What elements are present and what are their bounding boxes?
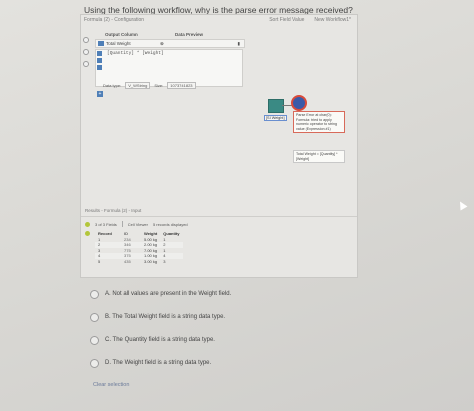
right-tab-2: New Workflow1* (314, 17, 351, 23)
option-b[interactable]: B. The Total Weight field is a string da… (90, 311, 231, 323)
radio-button[interactable] (90, 335, 99, 345)
tool-label: [SI Weight] (264, 115, 287, 121)
option-label: C. The Quantity field is a string data t… (105, 337, 215, 343)
config-header: Output Column Data Preview (95, 31, 245, 38)
radio-icon (83, 37, 89, 43)
error-annotation: Parse Error at char(0): Formula: tried t… (293, 111, 345, 134)
column-icon[interactable] (97, 58, 102, 63)
option-label: D. The Weight field is a string data typ… (105, 360, 212, 366)
table-row[interactable]: 5 435 3.00 kg 3 (95, 259, 183, 265)
output-column-name: Total Weight (106, 41, 131, 46)
config-tabs: Formula (2) - Configuration Sort Field V… (81, 15, 357, 25)
data-type-select[interactable]: V_WString (125, 82, 151, 89)
radio-icon (83, 49, 89, 55)
function-icon[interactable] (97, 51, 102, 56)
option-d[interactable]: D. The Weight field is a string data typ… (90, 357, 231, 369)
data-icon[interactable] (85, 231, 90, 236)
data-preview-header: Data Preview (175, 32, 204, 37)
output-row[interactable]: Total Weight ⊗ ▮ (95, 39, 245, 48)
radio-button[interactable] (90, 312, 99, 322)
data-icon[interactable] (85, 222, 90, 227)
id-cell: 435 (124, 258, 131, 264)
expression-text: [Quantity] * [Weight] (107, 51, 164, 56)
formula-config-table: Output Column Data Preview Total Weight … (95, 31, 245, 48)
records-count: 5 records displayed (152, 221, 188, 227)
column-header[interactable]: Quantity (160, 231, 182, 237)
close-icon[interactable]: ⊗ (160, 41, 164, 47)
trash-icon[interactable]: ▮ (238, 41, 240, 47)
output-column-header: Output Column (105, 32, 138, 37)
clear-selection-link[interactable]: Clear selection (93, 382, 129, 388)
record-cell: 5 (98, 258, 101, 264)
option-a[interactable]: A. Not all values are present in the Wei… (90, 288, 231, 300)
quantity-cell: 3 (163, 258, 166, 264)
config-side-icons (83, 37, 91, 73)
formula-tool-icon[interactable] (291, 95, 307, 111)
add-button[interactable]: + (97, 91, 103, 97)
radio-button[interactable] (90, 358, 99, 368)
data-type-label: Data type: (103, 83, 122, 88)
config-tab: Formula (2) - Configuration (84, 17, 145, 23)
option-c[interactable]: C. The Quantity field is a string data t… (90, 334, 231, 346)
radio-button[interactable] (90, 289, 99, 299)
results-header: Results - Formula (2) - Input (81, 208, 357, 217)
fields-dropdown[interactable]: 3 of 3 Fields (95, 222, 117, 227)
option-label: B. The Total Weight field is a string da… (105, 314, 226, 320)
saved-expression-icon[interactable] (97, 65, 102, 70)
size-input[interactable]: 1073741823 (167, 82, 196, 89)
editor-toolbar (97, 51, 102, 77)
workflow-screenshot: Formula (2) - Configuration Sort Field V… (80, 14, 358, 278)
data-type-row: Data type: V_WString Size: 1073741823 (103, 82, 196, 89)
answer-options: A. Not all values are present in the Wei… (90, 288, 231, 380)
input-data-tool-icon[interactable] (268, 99, 284, 113)
divider (121, 221, 123, 227)
results-side-icons (85, 222, 91, 240)
results-table: Record ID Weight Quantity 1 234 5.00 kg … (95, 231, 183, 264)
results-toolbar: 3 of 3 Fields Cell Viewer 5 records disp… (95, 221, 188, 227)
option-label: A. Not all values are present in the Wei… (105, 291, 232, 297)
checkbox-icon[interactable] (98, 41, 104, 46)
right-tab-1: Sort Field Value (269, 17, 305, 23)
radio-icon (83, 61, 89, 67)
size-label: Size: (154, 83, 164, 88)
weight-cell: 3.00 kg (144, 258, 158, 264)
cell-viewer-dropdown[interactable]: Cell Viewer (128, 222, 148, 227)
formula-annotation: Total Weight = [Quantity] * [Weight] (293, 150, 345, 164)
